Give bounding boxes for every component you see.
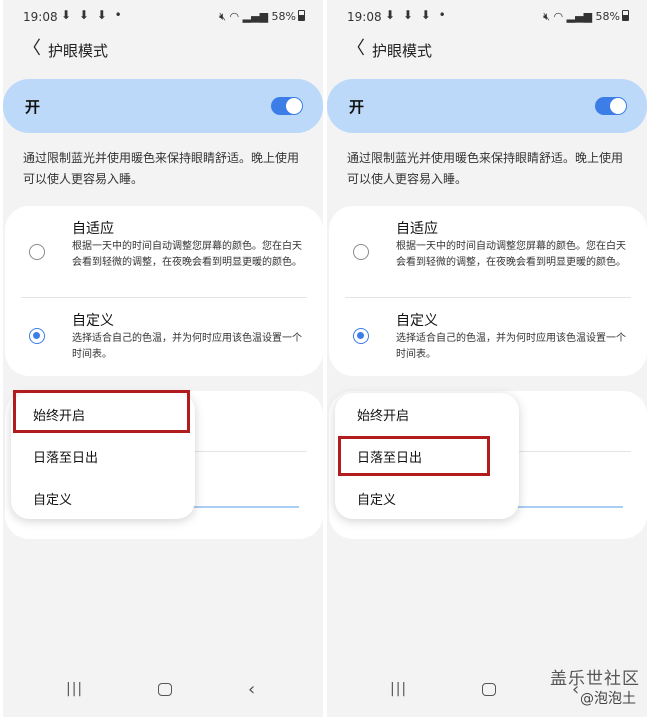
header: 〈 护眼模式	[327, 38, 647, 62]
option-title: 自定义	[396, 313, 438, 329]
chevron-left-icon: 〈	[347, 38, 365, 59]
option-adaptive[interactable]: 自适应 根据一天中的时间自动调整您屏幕的颜色。您在白天会看到轻微的调整，在夜晚会…	[329, 216, 647, 298]
option-subtitle: 选择适合自己的色温，并为何时应用该色温设置一个时间表。	[396, 333, 626, 360]
back-button[interactable]: 〈	[347, 38, 367, 62]
status-icons: 🔇︎ ◠ ▂▄▆ 58%	[219, 10, 305, 24]
mute-icon: 🔇︎	[543, 10, 551, 23]
master-switch-row[interactable]: 开	[3, 79, 323, 133]
watermark-author: @泡泡土	[580, 691, 636, 707]
master-switch-label: 开	[25, 98, 41, 116]
radio-button-selected[interactable]	[353, 328, 369, 344]
option-title: 自定义	[72, 313, 114, 329]
nav-back-icon[interactable]: ‹	[248, 679, 255, 700]
description-text: 通过限制蓝光并使用暖色来保持眼睛舒适。晚上使用可以使人更容易入睡。	[23, 151, 300, 186]
option-adaptive[interactable]: 自适应 根据一天中的时间自动调整您屏幕的颜色。您在白天会看到轻微的调整，在夜晚会…	[5, 216, 323, 298]
home-icon[interactable]	[482, 683, 496, 696]
radio-button[interactable]	[353, 244, 369, 260]
menu-item-sunset-sunrise[interactable]: 日落至日出	[33, 447, 98, 466]
highlight-box	[338, 436, 490, 476]
toggle-knob	[286, 98, 302, 114]
download-icon: ⬇ ⬇ ⬇ •	[61, 8, 124, 22]
chevron-left-icon: 〈	[23, 38, 41, 59]
status-bar: 19:08 ⬇ ⬇ ⬇ • 🔇︎ ◠ ▂▄▆ 58%	[3, 8, 323, 28]
status-time: 19:08	[23, 10, 58, 24]
back-button[interactable]: 〈	[23, 38, 43, 62]
description-text: 通过限制蓝光并使用暖色来保持眼睛舒适。晚上使用可以使人更容易入睡。	[347, 151, 624, 186]
page-title: 护眼模式	[48, 42, 109, 60]
radio-button[interactable]	[29, 244, 45, 260]
master-switch-label: 开	[349, 98, 365, 116]
battery-percent: 58%	[595, 10, 620, 23]
color-temp-slider[interactable]	[191, 506, 299, 508]
master-toggle[interactable]	[271, 97, 303, 115]
option-subtitle: 根据一天中的时间自动调整您屏幕的颜色。您在白天会看到轻微的调整，在夜晚会看到明显…	[396, 241, 626, 268]
menu-item-custom[interactable]: 自定义	[33, 489, 72, 508]
option-subtitle: 根据一天中的时间自动调整您屏幕的颜色。您在白天会看到轻微的调整，在夜晚会看到明显…	[72, 241, 302, 268]
signal-icon: ▂▄▆	[242, 10, 269, 23]
download-icon: ⬇ ⬇ ⬇ •	[385, 8, 448, 22]
status-time: 19:08	[347, 10, 382, 24]
menu-item-custom[interactable]: 自定义	[357, 489, 396, 508]
wifi-icon: ◠	[229, 10, 240, 23]
wifi-icon: ◠	[553, 10, 564, 23]
divider	[515, 451, 631, 452]
option-subtitle: 选择适合自己的色温，并为何时应用该色温设置一个时间表。	[72, 333, 302, 360]
option-custom[interactable]: 自定义 选择适合自己的色温，并为何时应用该色温设置一个时间表。	[329, 308, 647, 374]
home-icon[interactable]	[158, 683, 172, 696]
signal-icon: ▂▄▆	[566, 10, 593, 23]
divider	[21, 297, 307, 298]
master-switch-row[interactable]: 开	[327, 79, 647, 133]
mode-options-card: 自适应 根据一天中的时间自动调整您屏幕的颜色。您在白天会看到轻微的调整，在夜晚会…	[329, 206, 647, 376]
recent-apps-icon[interactable]: |||	[390, 681, 407, 697]
status-bar: 19:08 ⬇ ⬇ ⬇ • 🔇︎ ◠ ▂▄▆ 58%	[327, 8, 647, 28]
mode-options-card: 自适应 根据一天中的时间自动调整您屏幕的颜色。您在白天会看到轻微的调整，在夜晚会…	[5, 206, 323, 376]
master-toggle[interactable]	[595, 97, 627, 115]
recent-apps-icon[interactable]: |||	[66, 681, 83, 697]
status-icons: 🔇︎ ◠ ▂▄▆ 58%	[543, 10, 629, 24]
screenshot-left: 19:08 ⬇ ⬇ ⬇ • 🔇︎ ◠ ▂▄▆ 58% 〈 护眼模式 开 通过限制…	[3, 0, 323, 717]
navigation-bar: ||| ‹	[3, 679, 323, 703]
option-custom[interactable]: 自定义 选择适合自己的色温，并为何时应用该色温设置一个时间表。	[5, 308, 323, 374]
highlight-box	[13, 390, 190, 433]
option-title: 自适应	[72, 221, 114, 237]
battery-icon	[298, 10, 305, 21]
page-title: 护眼模式	[372, 42, 433, 60]
battery-icon	[622, 10, 629, 21]
color-temp-slider[interactable]	[515, 506, 623, 508]
watermark-title: 盖乐世社区	[550, 669, 640, 689]
mute-icon: 🔇︎	[219, 10, 227, 23]
radio-button-selected[interactable]	[29, 328, 45, 344]
screenshot-right: 19:08 ⬇ ⬇ ⬇ • 🔇︎ ◠ ▂▄▆ 58% 〈 护眼模式 开 通过限制…	[327, 0, 647, 717]
divider	[191, 451, 307, 452]
divider	[345, 297, 631, 298]
header: 〈 护眼模式	[3, 38, 323, 62]
option-title: 自适应	[396, 221, 438, 237]
toggle-knob	[610, 98, 626, 114]
battery-percent: 58%	[271, 10, 296, 23]
menu-item-always-on[interactable]: 始终开启	[357, 405, 409, 424]
